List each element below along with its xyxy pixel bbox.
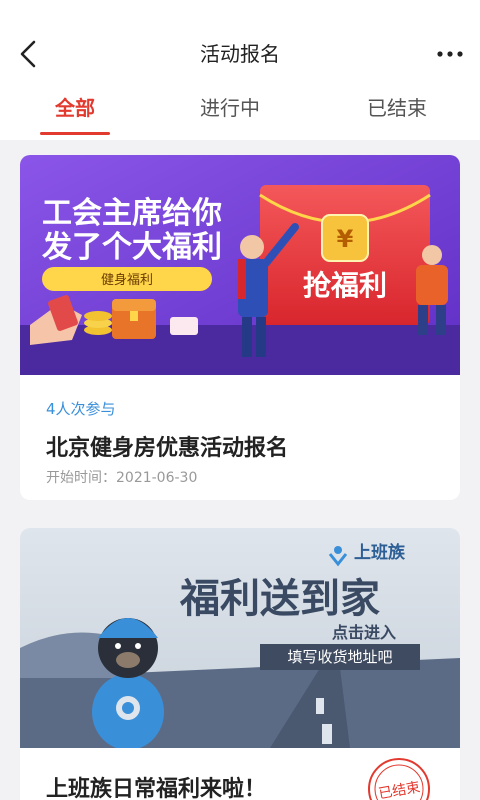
banner-headline-1: 工会主席给你: [42, 196, 222, 231]
activity-banner-image: 上班族 福利送到家 点击进入 填写收货地址吧: [20, 528, 460, 748]
top-bar: 活动报名 全部 进行中 已结束: [0, 0, 480, 140]
activity-title: 上班族日常福利来啦！: [46, 777, 267, 800]
page-title: 活动报名: [200, 42, 280, 66]
banner-headline: 福利送到家: [179, 576, 380, 622]
tab-ongoing[interactable]: 进行中: [175, 92, 285, 121]
participant-count: 4人次参与: [46, 400, 116, 418]
banner-subtitle: 点击进入: [332, 623, 396, 642]
banner-strip-text: 填写收货地址吧: [287, 648, 392, 666]
active-tab-indicator: [40, 132, 110, 135]
tab-ended[interactable]: 已结束: [342, 92, 452, 121]
ended-stamp-icon: 已结束: [368, 758, 430, 800]
tab-all[interactable]: 全部: [20, 92, 130, 121]
start-time: 开始时间：2021-06-30: [46, 470, 198, 486]
tab-bar: 全部 进行中 已结束: [0, 92, 480, 140]
coin-symbol: ¥: [337, 225, 354, 253]
activity-card[interactable]: 上班族 福利送到家 点击进入 填写收货地址吧 上班族日常福利来啦！ 已结束: [20, 528, 460, 800]
activity-card[interactable]: ¥ 抢福利 工会主席给你 发了个大福利 健身福利 4人次参与 北京健身房优惠活动…: [20, 155, 460, 500]
banner-headline-2: 发了个大福利: [41, 230, 222, 265]
more-options-icon[interactable]: [436, 44, 464, 64]
stamp-text: 已结束: [377, 779, 421, 800]
brand-name: 上班族: [354, 542, 406, 563]
activity-title: 北京健身房优惠活动报名: [46, 436, 289, 461]
banner-tag: 健身福利: [101, 272, 153, 288]
envelope-text: 抢福利: [303, 269, 387, 302]
activity-banner-image: ¥ 抢福利 工会主席给你 发了个大福利 健身福利: [20, 155, 460, 375]
